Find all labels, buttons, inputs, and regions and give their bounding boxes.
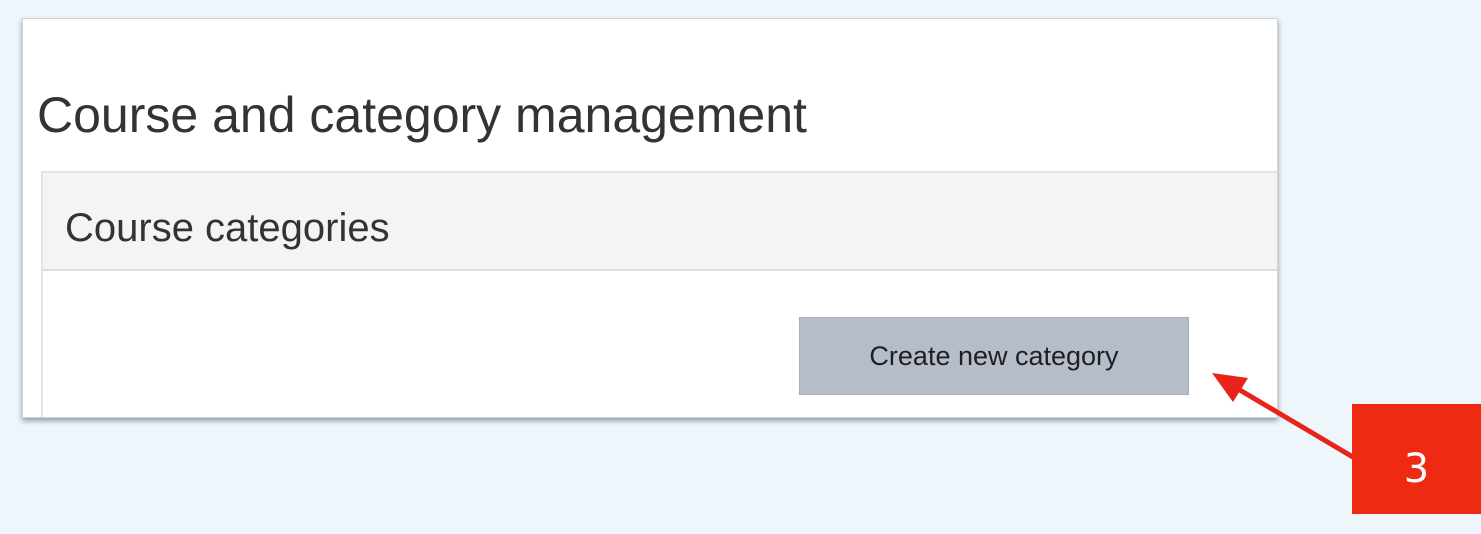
- card-title: Course categories: [65, 206, 390, 250]
- management-panel: Course and category management Course ca…: [22, 18, 1278, 418]
- create-new-category-button[interactable]: Create new category: [799, 317, 1189, 395]
- course-categories-card: Course categories Create new category: [41, 171, 1277, 417]
- step-number-badge: 3: [1352, 404, 1481, 514]
- page-title: Course and category management: [37, 87, 807, 143]
- card-header: Course categories: [43, 173, 1277, 271]
